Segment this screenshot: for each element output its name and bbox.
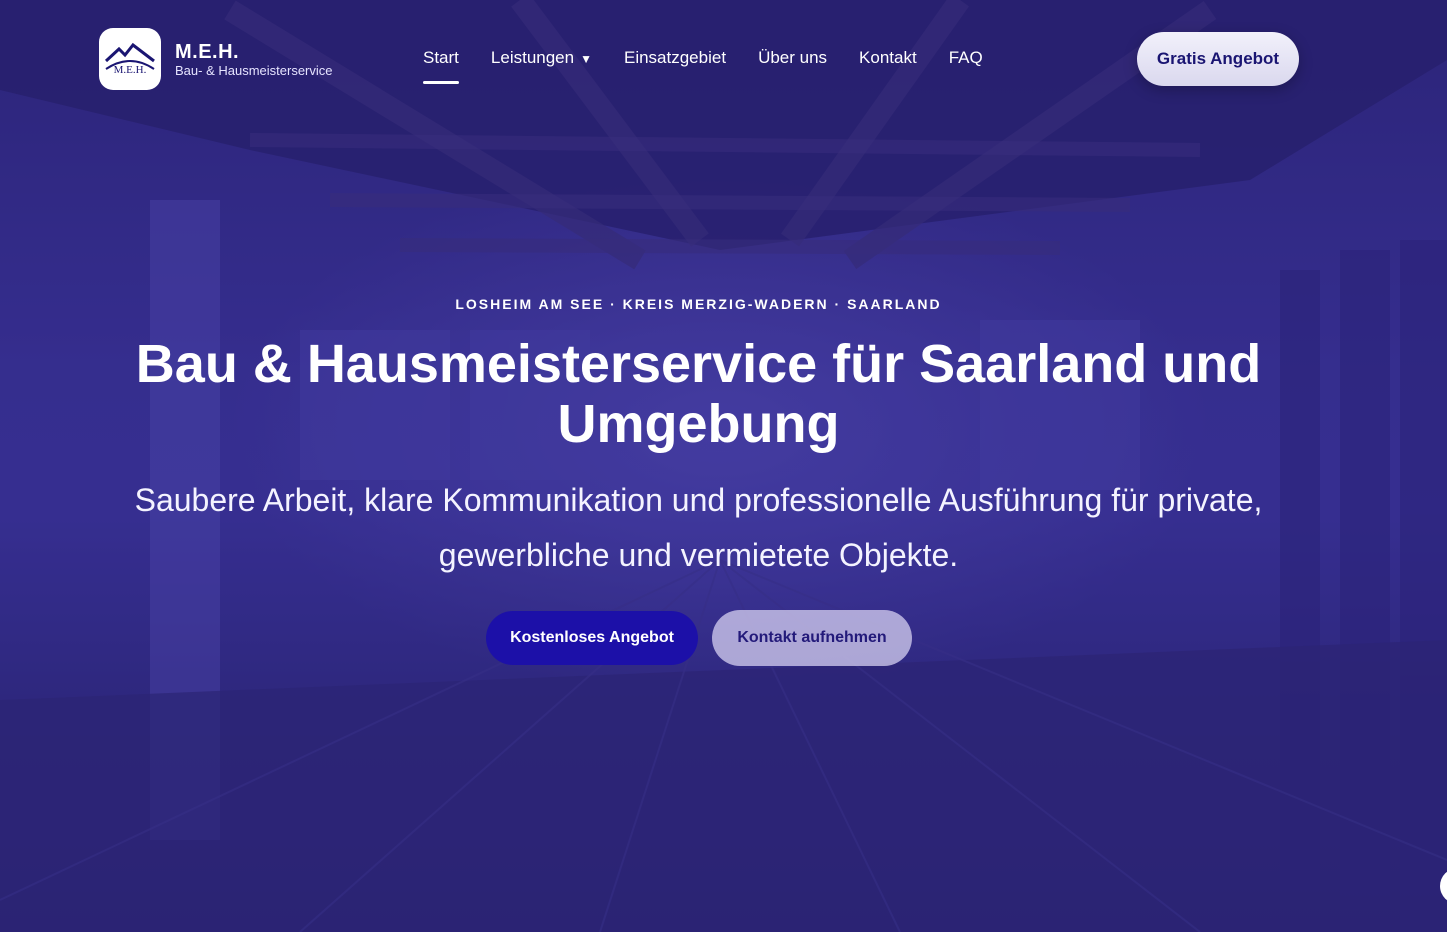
brand-logo[interactable]: M.E.H. <box>99 28 161 90</box>
brand-name[interactable]: M.E.H. <box>175 41 239 64</box>
gratis-angebot-button[interactable]: Gratis Angebot <box>1137 32 1299 86</box>
nav-item-faq[interactable]: FAQ <box>949 48 983 68</box>
kontakt-aufnehmen-button[interactable]: Kontakt aufnehmen <box>712 610 912 666</box>
nav-item-leistungen[interactable]: Leistungen ▼ <box>491 48 592 68</box>
nav-item-leistungen-label: Leistungen <box>490 48 575 67</box>
nav-item-ueber-uns[interactable]: Über uns <box>758 48 827 68</box>
kostenloses-angebot-button[interactable]: Kostenloses Angebot <box>486 611 698 665</box>
nav-item-start[interactable]: Start <box>423 48 459 84</box>
svg-text:M.E.H.: M.E.H. <box>114 64 147 76</box>
hero-headline: Bau & Hausmeisterservice für Saarland un… <box>135 334 1262 454</box>
hero-location-eyebrow: LOSHEIM AM SEE · KREIS MERZIG-WADERN · S… <box>455 296 942 312</box>
hero-color-overlay <box>0 0 1447 932</box>
brand-tagline: Bau- & Hausmeisterservice <box>175 63 333 78</box>
site-header: M.E.H. M.E.H. Bau- & Hausmeisterservice … <box>0 0 1447 120</box>
house-logo-icon: M.E.H. <box>104 42 155 76</box>
nav-item-einsatzgebiet[interactable]: Einsatzgebiet <box>624 48 726 68</box>
nav-item-kontakt[interactable]: Kontakt <box>859 48 917 68</box>
chevron-down-icon: ▼ <box>580 52 592 66</box>
hero-subline: Saubere Arbeit, klare Kommunikation und … <box>134 482 1263 573</box>
main-navigation: Start Leistungen ▼ Einsatzgebiet Über uns… <box>423 48 983 84</box>
